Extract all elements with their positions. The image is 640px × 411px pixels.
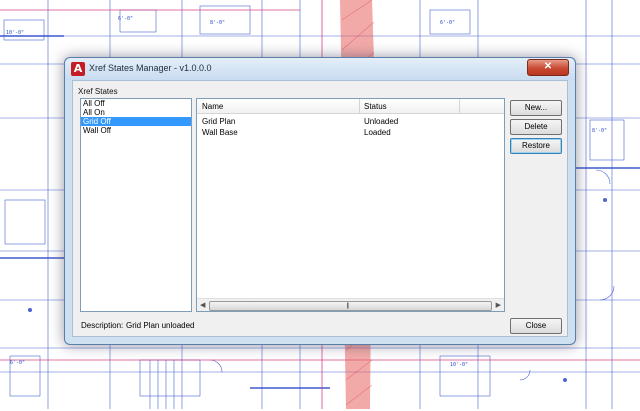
table-row[interactable]: Wall Base Loaded: [197, 127, 504, 138]
xref-status: Loaded: [364, 128, 391, 137]
close-icon: ✕: [543, 61, 553, 72]
xref-name: Wall Base: [202, 128, 238, 137]
delete-button[interactable]: Delete: [510, 119, 562, 135]
dialog-body: Xref States All Off All On Grid Off Wall…: [72, 80, 568, 337]
column-header-name[interactable]: Name: [202, 102, 223, 111]
window-title: Xref States Manager - v1.0.0.0: [89, 63, 212, 73]
state-item-wall-off[interactable]: Wall Off: [81, 126, 191, 135]
xref-status: Unloaded: [364, 117, 399, 126]
state-item-all-off[interactable]: All Off: [81, 99, 191, 108]
grip-icon: |||: [346, 303, 350, 309]
xref-table[interactable]: Name Status Grid Plan Unloaded Wall Base…: [196, 98, 505, 312]
column-header-status[interactable]: Status: [364, 102, 387, 111]
new-button[interactable]: New...: [510, 100, 562, 116]
table-row[interactable]: Grid Plan Unloaded: [197, 116, 504, 127]
restore-button[interactable]: Restore: [510, 138, 562, 154]
state-item-all-on[interactable]: All On: [81, 108, 191, 117]
xref-states-list[interactable]: All Off All On Grid Off Wall Off: [80, 98, 192, 312]
scroll-right-icon[interactable]: ▶: [496, 301, 501, 309]
title-bar[interactable]: A Xref States Manager - v1.0.0.0 ✕: [65, 58, 575, 80]
column-divider[interactable]: [359, 99, 360, 113]
window-close-button[interactable]: ✕: [527, 59, 569, 76]
xref-states-label: Xref States: [78, 87, 118, 96]
table-header: Name Status: [197, 99, 504, 114]
xref-name: Grid Plan: [202, 117, 236, 126]
xref-states-dialog: A Xref States Manager - v1.0.0.0 ✕ Xref …: [64, 57, 576, 345]
column-divider[interactable]: [459, 99, 460, 113]
autocad-icon: A: [71, 62, 85, 76]
scrollbar-thumb[interactable]: |||: [209, 301, 492, 311]
description-value: Grid Plan unloaded: [126, 321, 195, 330]
horizontal-scrollbar[interactable]: ◀ ||| ▶: [197, 298, 504, 311]
scroll-left-icon[interactable]: ◀: [200, 301, 205, 309]
description-label: Description:: [81, 321, 124, 330]
state-item-grid-off[interactable]: Grid Off: [81, 117, 191, 126]
close-button[interactable]: Close: [510, 318, 562, 334]
